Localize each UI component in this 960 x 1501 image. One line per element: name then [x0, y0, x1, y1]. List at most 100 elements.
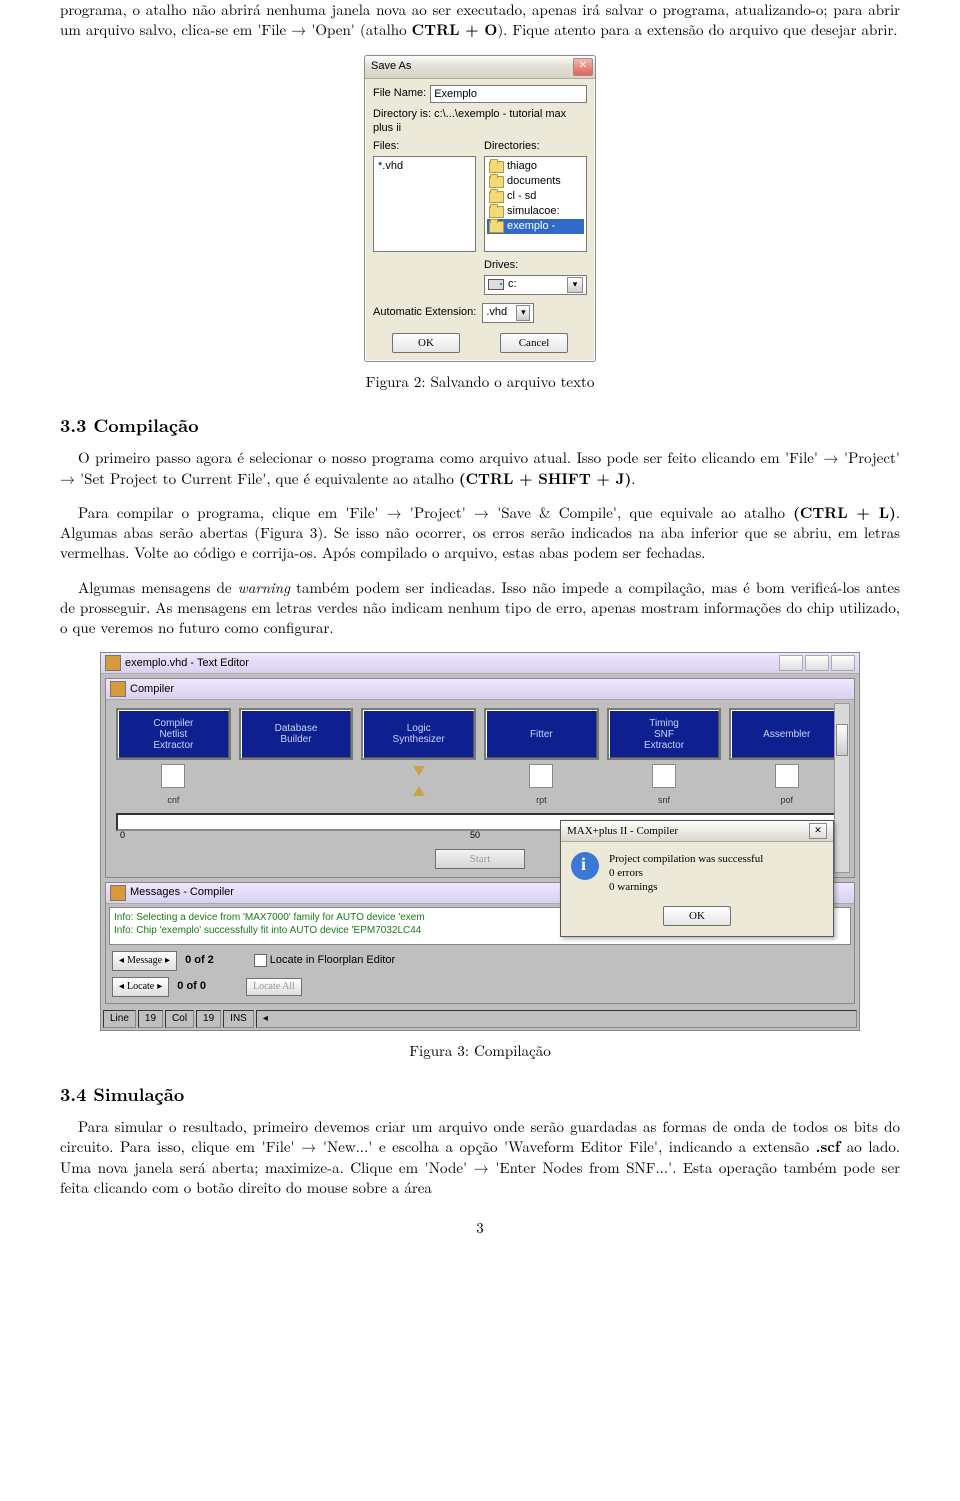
drive-icon	[488, 279, 504, 290]
page-number: 3	[60, 1218, 900, 1238]
directory-label: Directory is:	[373, 108, 431, 120]
directories-label: Directories:	[484, 139, 587, 154]
popup-line-2: 0 errors	[609, 866, 763, 880]
status-spacer: ◂	[256, 1010, 857, 1028]
info-icon	[571, 852, 599, 880]
tick-mid: 50	[470, 829, 480, 841]
folder-icon	[489, 206, 504, 218]
outer-window-title: exemplo.vhd - Text Editor	[125, 656, 249, 671]
output-file-icon[interactable]	[652, 764, 676, 788]
compiler-icon	[110, 681, 126, 697]
locate-floorplan-checkbox[interactable]	[254, 954, 267, 967]
status-col-label: Col	[165, 1010, 194, 1028]
dir-item[interactable]: cl - sd	[487, 189, 584, 204]
app-icon	[105, 655, 121, 671]
section-3-4-heading: 3.4 Simulação	[60, 1083, 900, 1107]
message-nav-value: 0 of 2	[185, 953, 214, 968]
output-file-icon[interactable]	[775, 764, 799, 788]
messages-icon	[110, 885, 126, 901]
files-label: Files:	[373, 139, 476, 154]
dir-item-selected[interactable]: exemplo -	[487, 219, 584, 234]
directories-listbox[interactable]: thiago documents cl - sd simulacoe: exem…	[484, 156, 587, 252]
cancel-button[interactable]: Cancel	[500, 333, 568, 353]
tick-left: 0	[120, 829, 125, 841]
sec33-p3: Algumas mensagens de warning também pode…	[60, 578, 900, 639]
out-label: rpt	[484, 794, 599, 806]
outer-window-titlebar[interactable]: exemplo.vhd - Text Editor	[101, 653, 859, 674]
auto-extension-dropdown[interactable]: .vhd ▾	[482, 303, 534, 323]
close-icon[interactable]	[831, 655, 855, 671]
status-bar: Line 19 Col 19 INS ◂	[101, 1008, 859, 1030]
stage-logic-synthesizer: LogicSynthesizer	[361, 708, 476, 760]
folder-icon	[489, 191, 504, 203]
figure-3-caption: Figura 3: Compilação	[60, 1041, 900, 1061]
minimize-icon[interactable]	[779, 655, 803, 671]
stage-database-builder: DatabaseBuilder	[239, 708, 354, 760]
compiler-title: Compiler	[130, 682, 174, 697]
intro-text-b: ). Fique atento para a extensão do arqui…	[497, 19, 897, 40]
intro-shortcut: CTRL + O	[412, 19, 498, 40]
output-file-icon[interactable]	[161, 764, 185, 788]
drives-dropdown[interactable]: c: ▾	[484, 275, 587, 295]
popup-title: MAX+plus II - Compiler	[567, 825, 678, 837]
dir-item[interactable]: thiago	[487, 159, 584, 174]
save-as-dialog: Save As ✕ File Name: Directory is: c:\..…	[364, 55, 596, 362]
window-control-icons	[779, 655, 855, 671]
dir-item[interactable]: simulacoe:	[487, 204, 584, 219]
folder-icon	[489, 221, 504, 233]
sec33-p2: Para compilar o programa, clique em 'Fil…	[60, 503, 900, 564]
popup-line-1: Project compilation was successful	[609, 852, 763, 866]
sec33-p1: O primeiro passo agora é selecionar o no…	[60, 448, 900, 489]
message-nav-button[interactable]: ◂ Message ▸	[112, 951, 177, 971]
chevron-down-icon[interactable]: ▾	[567, 277, 583, 293]
drive-value: c:	[508, 277, 517, 292]
sec34-p1: Para simular o resultado, primeiro devem…	[60, 1117, 900, 1198]
figure-2-caption: Figura 2: Salvando o arquivo texto	[60, 372, 900, 392]
filename-label: File Name:	[373, 86, 426, 101]
stage-netlist-extractor: CompilerNetlistExtractor	[116, 708, 231, 760]
stage-timing-snf-extractor: TimingSNFExtractor	[607, 708, 722, 760]
status-line-label: Line	[103, 1010, 136, 1028]
locate-floorplan-label: Locate in Floorplan Editor	[270, 954, 395, 966]
start-button[interactable]: Start	[435, 849, 525, 869]
locate-nav-button[interactable]: ◂ Locate ▸	[112, 977, 169, 997]
scrollbar-thumb[interactable]	[836, 724, 848, 756]
close-icon[interactable]: ✕	[809, 823, 827, 839]
locate-all-button[interactable]: Locate All	[246, 978, 302, 996]
output-file-icon[interactable]	[529, 764, 553, 788]
status-col-value: 19	[196, 1010, 221, 1028]
close-icon[interactable]: ✕	[573, 58, 593, 76]
drives-label: Drives:	[484, 258, 587, 273]
intro-paragraph: programa, o atalho não abrirá nenhuma ja…	[60, 0, 900, 41]
dir-item[interactable]: documents	[487, 174, 584, 189]
maximize-icon[interactable]	[805, 655, 829, 671]
ok-button[interactable]: OK	[392, 333, 460, 353]
out-label: cnf	[116, 794, 231, 806]
out-label: snf	[607, 794, 722, 806]
auto-extension-label: Automatic Extension:	[373, 305, 476, 320]
vertical-scrollbar[interactable]	[834, 703, 850, 872]
file-filter[interactable]: *.vhd	[376, 159, 473, 174]
hourglass-icon	[413, 766, 425, 776]
stage-fitter: Fitter	[484, 708, 599, 760]
status-line-value: 19	[138, 1010, 163, 1028]
compiler-screenshot: exemplo.vhd - Text Editor Compiler Compi…	[100, 652, 860, 1030]
files-listbox[interactable]: *.vhd	[373, 156, 476, 252]
stage-assembler: Assembler	[729, 708, 844, 760]
popup-line-3: 0 warnings	[609, 880, 763, 894]
filename-input[interactable]	[430, 85, 587, 103]
compiler-titlebar[interactable]: Compiler	[106, 679, 854, 700]
locate-nav-value: 0 of 0	[177, 979, 206, 994]
folder-icon	[489, 161, 504, 173]
dialog-titlebar[interactable]: Save As ✕	[365, 56, 595, 79]
popup-titlebar[interactable]: MAX+plus II - Compiler ✕	[561, 821, 833, 842]
auto-extension-value: .vhd	[486, 305, 507, 320]
dialog-title: Save As	[371, 59, 411, 74]
messages-title: Messages - Compiler	[130, 885, 234, 900]
out-label: pof	[729, 794, 844, 806]
folder-icon	[489, 176, 504, 188]
popup-ok-button[interactable]: OK	[663, 906, 731, 926]
chevron-down-icon[interactable]: ▾	[516, 305, 530, 321]
status-ins: INS	[223, 1010, 254, 1028]
compile-success-popup: MAX+plus II - Compiler ✕ Project compila…	[560, 820, 834, 937]
